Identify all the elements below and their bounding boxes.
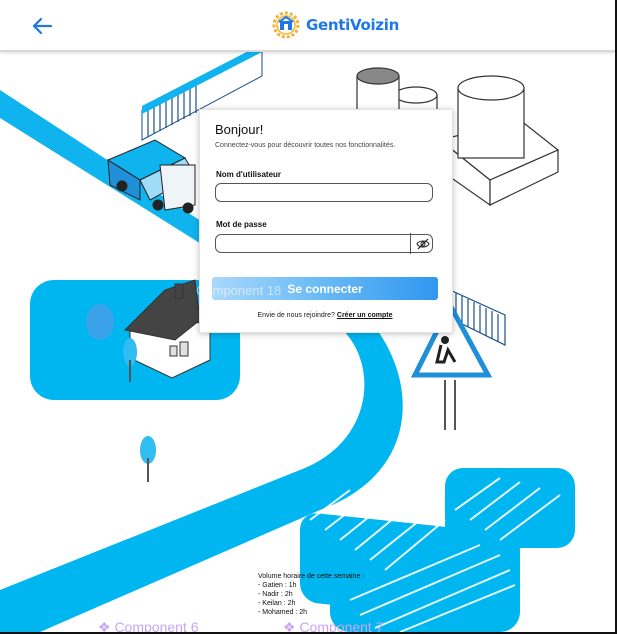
component-18-overlay: Component 18 [196,283,282,298]
note-line: - Keilan : 2h [258,600,296,607]
password-label: Mot de passe [216,220,267,229]
login-subtitle: Connectez-vous pour découvrir toutes nos… [215,142,396,149]
component-6-label: ❖ Component 6 [98,619,199,634]
note-line: - Nadir : 2h [258,591,293,598]
username-label: Nom d'utilisateur [216,170,282,179]
arrow-left-icon [32,17,53,35]
signup-text: Envie de nous rejoindre? [257,312,335,319]
header-bar: GentiVoizin [0,0,615,52]
password-visibility-toggle[interactable] [410,233,435,254]
login-card: Bonjour! Connectez-vous pour découvrir t… [199,109,453,333]
note-line: - Mohamed : 2h [258,609,308,616]
component-7-label: ❖ Component 7 [283,619,384,634]
gear-logo-icon [272,11,300,39]
create-account-link[interactable]: Créer un compte [337,312,393,319]
signup-prompt: Envie de nous rejoindre? Créer un compte [200,312,450,319]
brand-logo[interactable]: GentiVoizin [270,8,399,42]
weekly-hours-note: Volume horaire de cette semaine : - Gati… [258,572,364,617]
password-input[interactable] [215,234,433,253]
username-input[interactable] [215,183,433,202]
back-button[interactable] [30,14,54,38]
eye-slash-icon [416,238,430,249]
app-frame: GentiVoizin Component 18 Bonjour! Connec… [0,0,617,634]
greeting-title: Bonjour! [215,122,264,137]
note-title: Volume horaire de cette semaine : [258,573,365,580]
note-line: - Gatien : 1h [258,582,297,589]
brand-name: GentiVoizin [306,16,399,34]
